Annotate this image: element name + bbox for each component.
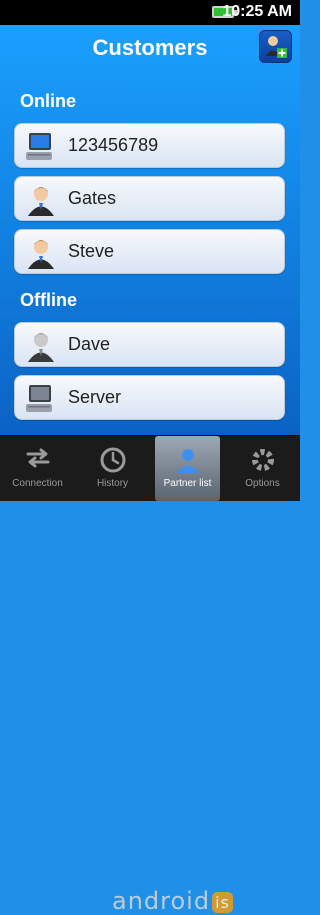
contact-label: Server [68, 387, 122, 407]
history-icon [99, 446, 127, 477]
watermark: android is [112, 887, 233, 915]
tab-connection[interactable]: Connection [0, 436, 75, 501]
contact-item-123456789[interactable]: 123456789 [14, 123, 285, 168]
contact-item-steve[interactable]: Steve [14, 229, 285, 274]
person-icon [24, 329, 58, 363]
contact-item-dave[interactable]: Dave [14, 322, 285, 367]
contact-label: Gates [68, 188, 117, 208]
tab-history[interactable]: History [75, 436, 150, 501]
computer-icon [24, 130, 58, 164]
gear-icon [249, 446, 277, 477]
section-offline-label: Offline [20, 290, 77, 310]
computer-icon [24, 382, 58, 416]
tab-partner-list[interactable]: Partner list [155, 436, 220, 501]
bottom-tab-bar: Connection History Partner list Options [0, 435, 300, 915]
watermark-text: android [112, 887, 211, 915]
status-time: 10:25 AM [222, 3, 292, 20]
main-content: Customers Online 123456789 Gates Steve O… [0, 25, 300, 435]
contact-label: 123456789 [68, 135, 159, 155]
arrows-icon [23, 446, 53, 473]
contact-item-gates[interactable]: Gates [14, 176, 285, 221]
contact-label: Dave [68, 334, 111, 354]
watermark-badge: is [212, 891, 233, 913]
status-bar: 10:25 AM [0, 0, 300, 25]
contact-item-server[interactable]: Server [14, 375, 285, 420]
tab-label: History [96, 478, 129, 489]
person-icon [24, 183, 58, 217]
add-contact-button[interactable] [259, 30, 292, 63]
add-person-icon [266, 36, 287, 58]
tab-label: Partner list [163, 478, 212, 489]
section-online-label: Online [20, 91, 77, 111]
person-icon [24, 236, 58, 270]
page-title: Customers [92, 35, 208, 60]
tab-label: Options [245, 478, 280, 489]
tab-options[interactable]: Options [225, 436, 300, 501]
person-icon [174, 446, 202, 477]
contact-label: Steve [68, 241, 115, 261]
tab-label: Connection [12, 478, 63, 489]
